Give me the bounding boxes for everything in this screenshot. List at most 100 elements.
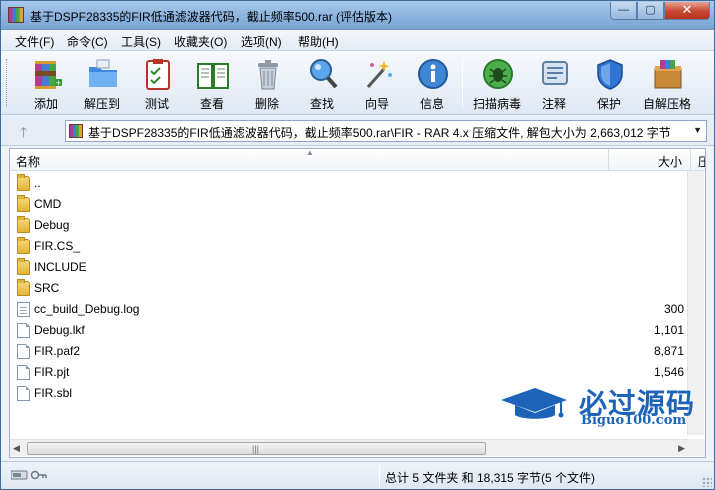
list-item[interactable]: FIR.paf2 8,871 [10, 341, 686, 362]
comment-icon [542, 61, 568, 85]
maximize-button[interactable]: ▢ [637, 2, 664, 20]
menu-file[interactable]: 文件(F) [15, 33, 54, 50]
comment-button[interactable]: 注释 [528, 55, 580, 111]
menu-options[interactable]: 选项(N) [241, 33, 282, 50]
virus-scan-button[interactable]: 扫描病毒 [471, 55, 523, 111]
view-label: 查看 [199, 97, 224, 111]
file-name: FIR.CS_ [34, 239, 81, 253]
scroll-thumb[interactable]: ||| [27, 442, 486, 455]
watermark: 必过源码 Biguo100.com [499, 382, 709, 432]
add-archive-icon: + [35, 61, 62, 89]
wizard-icon [366, 61, 392, 88]
menu-favorites[interactable]: 收藏夹(O) [174, 33, 227, 50]
file-size: 1,546 [653, 365, 684, 379]
list-item[interactable]: Debug [10, 215, 686, 236]
folder-icon [17, 216, 30, 233]
folder-icon [17, 237, 30, 254]
column-divider[interactable] [608, 149, 609, 171]
toolbar: + 添加 解压到 测试 查看 删除 查找 向导 信息 扫描病毒 注释 保护 自解… [1, 51, 714, 115]
file-size: 300 [663, 302, 684, 316]
delete-icon [258, 60, 278, 90]
protect-button[interactable]: 保护 [583, 55, 635, 111]
find-icon [310, 59, 338, 89]
svg-text:+: + [55, 79, 62, 88]
protect-label: 保护 [596, 97, 621, 111]
list-item[interactable]: .. [10, 173, 686, 194]
minimize-button[interactable]: — [610, 2, 637, 20]
list-item[interactable]: SRC [10, 278, 686, 299]
menu-bar: 文件(F) 命令(C) 工具(S) 收藏夹(O) 选项(N) 帮助(H) [1, 30, 714, 51]
file-icon [17, 386, 30, 401]
file-name: FIR.paf2 [34, 344, 81, 358]
file-icon [17, 323, 30, 338]
folder-icon [17, 195, 30, 212]
find-label: 查找 [309, 97, 334, 111]
toolbar-separator [462, 57, 463, 107]
column-packed[interactable]: 压 [698, 153, 705, 170]
archive-icon [69, 124, 83, 138]
list-item[interactable]: INCLUDE [10, 257, 686, 278]
file-name: FIR.sbl [34, 386, 73, 400]
scroll-corner [688, 439, 705, 456]
extract-to-icon [89, 59, 117, 87]
folder-icon [17, 174, 30, 191]
delete-label: 删除 [254, 97, 279, 111]
folder-icon [17, 258, 30, 275]
file-size: 1,101 [653, 323, 684, 337]
text-file-icon [17, 302, 30, 317]
add-button[interactable]: + 添加 [20, 55, 72, 111]
scroll-right-icon[interactable]: ▶ [678, 443, 685, 454]
list-item[interactable]: FIR.CS_ [10, 236, 686, 257]
info-label: 信息 [419, 97, 444, 111]
wizard-button[interactable]: 向导 [351, 55, 403, 111]
column-name[interactable]: 名称 [16, 153, 40, 170]
sort-ascending-icon: ▲ [306, 148, 314, 157]
list-item[interactable]: Debug.lkf 1,101 [10, 320, 686, 341]
column-divider[interactable] [690, 149, 691, 171]
status-separator [379, 465, 380, 487]
extract-to-button[interactable]: 解压到 [76, 55, 128, 111]
info-button[interactable]: 信息 [406, 55, 458, 111]
horizontal-scrollbar[interactable]: ◀ ||| ▶ [10, 439, 688, 456]
close-button[interactable]: ✕ [664, 2, 710, 20]
view-button[interactable]: 查看 [186, 55, 238, 111]
extract-to-label: 解压到 [83, 97, 120, 111]
resize-grip[interactable] [702, 477, 712, 487]
toolbar-grip[interactable] [6, 59, 9, 107]
chevron-down-icon[interactable]: ▼ [693, 125, 702, 135]
virus-scan-label: 扫描病毒 [472, 97, 521, 111]
drive-key-icon [11, 470, 47, 480]
sfx-icon [654, 60, 682, 89]
scroll-left-icon[interactable]: ◀ [13, 443, 20, 454]
title-bar[interactable]: 基于DSPF28335的FIR低通滤波器代码，截止频率500.rar (评估版本… [1, 1, 714, 30]
file-name: FIR.pjt [34, 365, 70, 379]
column-size[interactable]: 大小 [658, 153, 682, 170]
column-header: 名称 ▲ 大小 压 [10, 149, 705, 171]
up-arrow-icon[interactable]: 🡑 [20, 122, 27, 146]
file-rows: .. CMD Debug FIR.CS_ INCLUDE SRC cc_buil… [10, 173, 686, 404]
list-item[interactable]: CMD [10, 194, 686, 215]
graduation-cap-icon [501, 388, 567, 419]
app-window: 基于DSPF28335的FIR低通滤波器代码，截止频率500.rar (评估版本… [0, 0, 715, 490]
list-item[interactable]: cc_build_Debug.log 300 [10, 299, 686, 320]
address-field[interactable]: 基于DSPF28335的FIR低通滤波器代码，截止频率500.rar\FIR -… [65, 120, 707, 142]
find-button[interactable]: 查找 [296, 55, 348, 111]
view-icon [197, 63, 229, 89]
file-name: Debug [34, 218, 70, 232]
list-item[interactable]: FIR.pjt 1,546 [10, 362, 686, 383]
test-label: 测试 [144, 97, 169, 111]
file-icon [17, 365, 30, 380]
wizard-label: 向导 [364, 97, 389, 111]
menu-help[interactable]: 帮助(H) [298, 33, 339, 50]
sfx-button[interactable]: 自解压格 [641, 55, 693, 111]
window-title: 基于DSPF28335的FIR低通滤波器代码，截止频率500.rar (评估版本… [30, 10, 393, 24]
menu-commands[interactable]: 命令(C) [67, 33, 108, 50]
delete-button[interactable]: 删除 [241, 55, 293, 111]
address-bar: 🡑 基于DSPF28335的FIR低通滤波器代码，截止频率500.rar\FIR… [1, 116, 714, 146]
test-button[interactable]: 测试 [131, 55, 183, 111]
file-name: INCLUDE [34, 260, 87, 274]
menu-tools[interactable]: 工具(S) [121, 33, 161, 50]
add-label: 添加 [33, 97, 58, 111]
virus-scan-icon [483, 59, 513, 89]
file-name: CMD [34, 197, 62, 211]
